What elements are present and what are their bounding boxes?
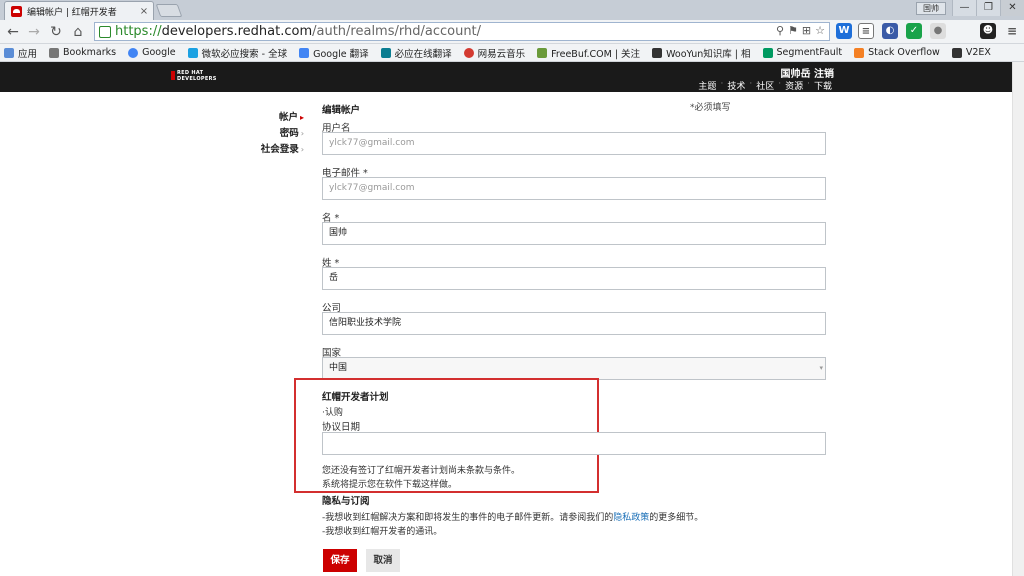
extension-avatar-icon[interactable]: ☻ — [980, 23, 996, 39]
firstname-field[interactable]: 国帅 — [322, 222, 826, 245]
program-subscribe: ·认购 — [322, 408, 343, 418]
freebuf-icon — [537, 47, 548, 58]
v2ex-icon — [951, 47, 962, 58]
scrollbar[interactable] — [1012, 62, 1024, 576]
stackoverflow-icon — [854, 47, 865, 58]
privacy-policy-link[interactable]: 隐私政策 — [613, 513, 649, 523]
address-bar[interactable]: https://developers.redhat.com/auth/realm… — [94, 22, 830, 41]
dict-icon — [380, 47, 391, 58]
logo-line2: DEVELOPERS — [177, 76, 217, 82]
extension-balloon-icon[interactable]: ● — [930, 23, 946, 39]
company-field[interactable]: 信阳职业技术学院 — [322, 312, 826, 335]
cancel-button[interactable]: 取消 — [366, 549, 400, 572]
maximize-button[interactable]: ❐ — [976, 0, 1000, 16]
user-links[interactable]: 国帅岳 注销 — [781, 65, 834, 80]
segmentfault-icon — [762, 47, 773, 58]
bookmark-item[interactable]: SegmentFault — [762, 47, 842, 58]
sidebar-item-password[interactable]: 密码 › — [240, 126, 304, 142]
tab-strip: 编辑帐户 | 红帽开发者 × 国帅 — ❐ ✕ — [0, 0, 1024, 20]
apps-icon — [4, 47, 14, 58]
new-tab-button[interactable] — [155, 4, 183, 17]
bookmark-star-icon[interactable]: ☆ — [815, 24, 825, 37]
required-note: *必须填写 — [690, 103, 731, 113]
bookmark-item[interactable]: V2EX — [951, 47, 991, 58]
home-icon[interactable]: ⌂ — [70, 24, 86, 40]
username-field[interactable]: ylck77@gmail.com — [322, 132, 826, 155]
country-select[interactable]: 中国 ▾ — [322, 357, 826, 380]
bookmark-item[interactable]: Stack Overflow — [854, 47, 940, 58]
save-button[interactable]: 保存 — [323, 549, 357, 572]
nav-downloads[interactable]: 下载 — [814, 79, 832, 92]
nav-tech[interactable]: 技术 — [727, 79, 745, 92]
nav-topics[interactable]: 主题 — [698, 79, 716, 92]
agreement-note-2: 系统将提示您在软件下载这样做。 — [322, 480, 458, 490]
translate-icon — [299, 47, 310, 58]
translate-icon[interactable]: ⊞ — [802, 24, 811, 37]
lastname-field[interactable]: 岳 — [322, 267, 826, 290]
extension-notes-icon[interactable]: ≡ — [858, 23, 874, 39]
redhat-mark-icon — [171, 71, 175, 80]
agreement-date-field[interactable] — [322, 432, 826, 455]
privacy-line-2: -我想收到红帽开发者的通讯。 — [322, 527, 443, 537]
search-icon[interactable]: ⚲ — [776, 24, 784, 37]
bookmarks-bar: 应用 Bookmarks Google 微软必应搜索 - 全球 Google 翻… — [0, 44, 1024, 62]
extension-shield-icon[interactable]: ✓ — [906, 23, 922, 39]
bookmark-item[interactable]: 微软必应搜索 - 全球 — [187, 46, 287, 60]
secure-lock-icon — [99, 25, 111, 38]
site-header: RED HAT DEVELOPERS 国帅岳 注销 主题 · 技术 · 社区 · 资源… — [0, 62, 1024, 92]
top-nav: 主题 · 技术 · 社区 · 资源 · 下载 — [698, 79, 832, 92]
profile-button[interactable]: 国帅 — [916, 2, 946, 15]
chevron-right-icon: › — [300, 129, 304, 138]
extension-w-icon[interactable]: W — [836, 23, 852, 39]
reload-icon[interactable]: ↻ — [48, 24, 64, 40]
bookmark-item[interactable]: 网易云音乐 — [463, 46, 525, 60]
url-text: https://developers.redhat.com/auth/realm… — [115, 24, 482, 39]
google-icon — [128, 47, 139, 58]
caret-right-icon: ▸ — [299, 113, 304, 122]
extension-badge-icon[interactable]: ◐ — [882, 23, 898, 39]
privacy-line-1: -我想收到红帽解决方案和即将发生的事件的电子邮件更新。请参阅我们的隐私政策的更多… — [322, 513, 704, 523]
dropdown-caret-icon: ▾ — [819, 364, 823, 372]
music-icon — [463, 47, 474, 58]
email-field[interactable]: ylck77@gmail.com — [322, 177, 826, 200]
bookmark-item[interactable]: Bookmarks — [49, 47, 116, 58]
bookmark-item[interactable]: WooYun知识库 | 相 — [652, 46, 751, 60]
bookmark-item[interactable]: Google — [128, 47, 176, 58]
tab-title: 编辑帐户 | 红帽开发者 — [27, 7, 117, 18]
program-title: 红帽开发者计划 — [322, 392, 389, 403]
bookmark-item[interactable]: 应用 — [4, 46, 37, 60]
agreement-date-label: 协议日期 — [322, 422, 361, 433]
chevron-right-icon: › — [300, 145, 304, 154]
bookmark-item[interactable]: Google 翻译 — [299, 46, 369, 60]
minimize-button[interactable]: — — [952, 0, 976, 16]
bookmark-item[interactable]: 必应在线翻译 — [380, 46, 452, 60]
bing-icon — [187, 47, 198, 58]
country-value: 中国 — [329, 363, 348, 373]
form-title: 编辑帐户 — [322, 105, 361, 116]
wooyun-icon — [652, 47, 663, 58]
nav-community[interactable]: 社区 — [756, 79, 774, 92]
redhat-favicon-icon — [11, 5, 22, 17]
back-icon[interactable]: ← — [5, 24, 21, 40]
sidebar-item-account[interactable]: 帐户 ▸ — [240, 110, 304, 126]
sidebar-item-social[interactable]: 社会登录 › — [240, 142, 304, 158]
bookmark-item[interactable]: FreeBuf.COM | 关注 — [537, 46, 640, 60]
forward-icon[interactable]: → — [26, 24, 42, 40]
star-icon — [49, 47, 60, 58]
tab-close-icon[interactable]: × — [138, 6, 150, 17]
redhat-developers-logo[interactable]: RED HAT DEVELOPERS — [171, 70, 217, 82]
account-sidebar: 帐户 ▸ 密码 › 社会登录 › — [240, 110, 304, 158]
browser-toolbar: ← → ↻ ⌂ https://developers.redhat.com/au… — [0, 20, 1024, 44]
menu-icon[interactable]: ≡ — [1004, 23, 1020, 39]
close-window-button[interactable]: ✕ — [1000, 0, 1024, 16]
browser-tab[interactable]: 编辑帐户 | 红帽开发者 × — [4, 1, 154, 20]
pin-icon[interactable]: ⚑ — [788, 24, 798, 37]
privacy-title: 隐私与订阅 — [322, 496, 370, 507]
agreement-note-1: 您还没有签订了红帽开发者计划尚未条款与条件。 — [322, 466, 521, 476]
nav-resources[interactable]: 资源 — [785, 79, 803, 92]
